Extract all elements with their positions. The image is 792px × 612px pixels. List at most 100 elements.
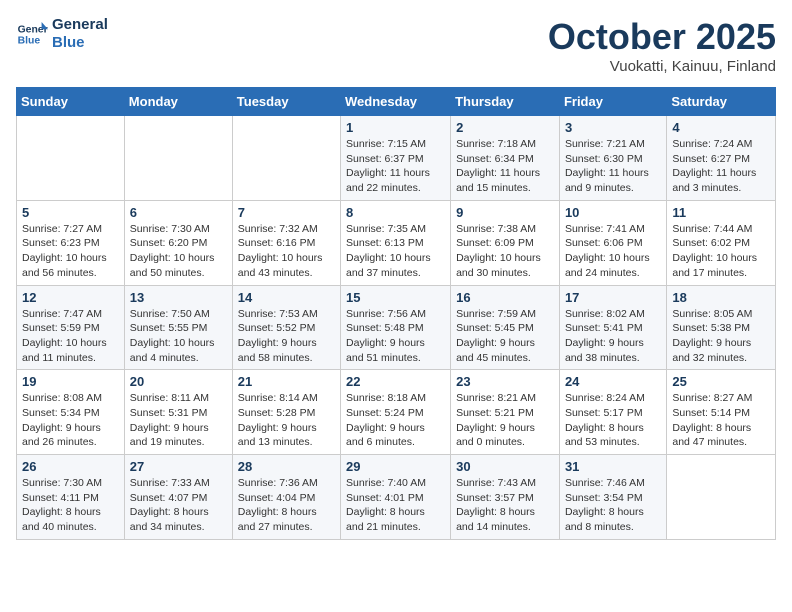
logo-text-blue: Blue	[52, 34, 108, 52]
calendar-cell: 14Sunrise: 7:53 AM Sunset: 5:52 PM Dayli…	[232, 285, 340, 370]
calendar-cell: 12 Sunrise: 7:47 AM Sunset: 5:59 PM Dayli…	[17, 285, 125, 370]
day-info: Sunrise: 8:27 AM Sunset: 5:14 PM Dayligh…	[672, 391, 770, 450]
day-info: Sunrise: 7:41 AM Sunset: 6:06 PM Dayligh…	[565, 222, 661, 281]
day-info: Sunrise: 7:24 AM Sunset: 6:27 PM Dayligh…	[672, 137, 770, 196]
calendar-cell: 8Sunrise: 7:35 AM Sunset: 6:13 PM Daylig…	[341, 200, 451, 285]
calendar-cell: 3Sunrise: 7:21 AM Sunset: 6:30 PM Daylig…	[559, 116, 666, 201]
logo: General Blue General Blue	[16, 16, 108, 52]
day-info: Sunrise: 7:15 AM Sunset: 6:37 PM Dayligh…	[346, 137, 445, 196]
day-info: Sunrise: 7:30 AM Sunset: 6:20 PM Dayligh…	[130, 222, 227, 281]
day-number: 8	[346, 205, 445, 220]
calendar-cell: 1 Sunrise: 7:15 AM Sunset: 6:37 PM Daylig…	[341, 116, 451, 201]
day-number: 12	[22, 290, 119, 305]
day-number: 29	[346, 459, 445, 474]
day-number: 23	[456, 374, 554, 389]
day-number: 15	[346, 290, 445, 305]
day-number: 24	[565, 374, 661, 389]
day-number: 6	[130, 205, 227, 220]
calendar-cell: 24 Sunrise: 8:24 AM Sunset: 5:17 PM Dayli…	[559, 370, 666, 455]
calendar-cell: 4 Sunrise: 7:24 AM Sunset: 6:27 PM Daylig…	[667, 116, 776, 201]
weekday-header-friday: Friday	[559, 88, 666, 116]
day-info: Sunrise: 8:24 AM Sunset: 5:17 PM Dayligh…	[565, 391, 661, 450]
weekday-header-saturday: Saturday	[667, 88, 776, 116]
calendar-cell: 29 Sunrise: 7:40 AM Sunset: 4:01 PM Dayli…	[341, 455, 451, 540]
day-number: 18	[672, 290, 770, 305]
day-number: 10	[565, 205, 661, 220]
calendar-cell: 6 Sunrise: 7:30 AM Sunset: 6:20 PM Daylig…	[124, 200, 232, 285]
title-block: October 2025 Vuokatti, Kainuu, Finland	[548, 16, 776, 75]
calendar-cell: 10 Sunrise: 7:41 AM Sunset: 6:06 PM Dayli…	[559, 200, 666, 285]
calendar-cell: 30Sunrise: 7:43 AM Sunset: 3:57 PM Dayli…	[451, 455, 560, 540]
calendar-cell: 11 Sunrise: 7:44 AM Sunset: 6:02 PM Dayli…	[667, 200, 776, 285]
day-number: 11	[672, 205, 770, 220]
calendar-cell: 15 Sunrise: 7:56 AM Sunset: 5:48 PM Dayli…	[341, 285, 451, 370]
day-number: 17	[565, 290, 661, 305]
day-number: 31	[565, 459, 661, 474]
week-row-3: 12 Sunrise: 7:47 AM Sunset: 5:59 PM Dayli…	[17, 285, 776, 370]
page-header: General Blue General Blue October 2025 V…	[16, 16, 776, 75]
weekday-header-sunday: Sunday	[17, 88, 125, 116]
calendar-cell	[17, 116, 125, 201]
day-number: 2	[456, 120, 554, 135]
day-number: 22	[346, 374, 445, 389]
calendar-cell: 5 Sunrise: 7:27 AM Sunset: 6:23 PM Daylig…	[17, 200, 125, 285]
calendar-cell: 28 Sunrise: 7:36 AM Sunset: 4:04 PM Dayli…	[232, 455, 340, 540]
calendar-cell: 2 Sunrise: 7:18 AM Sunset: 6:34 PM Daylig…	[451, 116, 560, 201]
calendar-cell: 31 Sunrise: 7:46 AM Sunset: 3:54 PM Dayli…	[559, 455, 666, 540]
day-number: 21	[238, 374, 335, 389]
weekday-header-thursday: Thursday	[451, 88, 560, 116]
svg-text:Blue: Blue	[18, 36, 41, 47]
day-info: Sunrise: 7:47 AM Sunset: 5:59 PM Dayligh…	[22, 307, 119, 366]
day-number: 5	[22, 205, 119, 220]
day-number: 14	[238, 290, 335, 305]
month-title: October 2025	[548, 16, 776, 58]
day-info: Sunrise: 7:44 AM Sunset: 6:02 PM Dayligh…	[672, 222, 770, 281]
calendar-cell: 26 Sunrise: 7:30 AM Sunset: 4:11 PM Dayli…	[17, 455, 125, 540]
calendar-cell: 25 Sunrise: 8:27 AM Sunset: 5:14 PM Dayli…	[667, 370, 776, 455]
calendar-cell	[124, 116, 232, 201]
day-number: 26	[22, 459, 119, 474]
day-info: Sunrise: 7:56 AM Sunset: 5:48 PM Dayligh…	[346, 307, 445, 366]
day-info: Sunrise: 8:11 AM Sunset: 5:31 PM Dayligh…	[130, 391, 227, 450]
day-number: 27	[130, 459, 227, 474]
calendar-cell: 18 Sunrise: 8:05 AM Sunset: 5:38 PM Dayli…	[667, 285, 776, 370]
day-number: 28	[238, 459, 335, 474]
day-info: Sunrise: 7:27 AM Sunset: 6:23 PM Dayligh…	[22, 222, 119, 281]
day-info: Sunrise: 7:43 AM Sunset: 3:57 PM Dayligh…	[456, 476, 554, 535]
day-info: Sunrise: 7:40 AM Sunset: 4:01 PM Dayligh…	[346, 476, 445, 535]
calendar-cell: 20Sunrise: 8:11 AM Sunset: 5:31 PM Dayli…	[124, 370, 232, 455]
day-info: Sunrise: 8:05 AM Sunset: 5:38 PM Dayligh…	[672, 307, 770, 366]
week-row-5: 26 Sunrise: 7:30 AM Sunset: 4:11 PM Dayli…	[17, 455, 776, 540]
calendar-cell: 17Sunrise: 8:02 AM Sunset: 5:41 PM Dayli…	[559, 285, 666, 370]
day-info: Sunrise: 7:18 AM Sunset: 6:34 PM Dayligh…	[456, 137, 554, 196]
day-info: Sunrise: 7:46 AM Sunset: 3:54 PM Dayligh…	[565, 476, 661, 535]
day-info: Sunrise: 7:59 AM Sunset: 5:45 PM Dayligh…	[456, 307, 554, 366]
week-row-1: 1 Sunrise: 7:15 AM Sunset: 6:37 PM Daylig…	[17, 116, 776, 201]
week-row-2: 5 Sunrise: 7:27 AM Sunset: 6:23 PM Daylig…	[17, 200, 776, 285]
calendar-cell: 21Sunrise: 8:14 AM Sunset: 5:28 PM Dayli…	[232, 370, 340, 455]
calendar-table: SundayMondayTuesdayWednesdayThursdayFrid…	[16, 87, 776, 540]
calendar-cell: 22Sunrise: 8:18 AM Sunset: 5:24 PM Dayli…	[341, 370, 451, 455]
day-info: Sunrise: 7:21 AM Sunset: 6:30 PM Dayligh…	[565, 137, 661, 196]
weekday-header-wednesday: Wednesday	[341, 88, 451, 116]
calendar-cell: 7 Sunrise: 7:32 AM Sunset: 6:16 PM Daylig…	[232, 200, 340, 285]
day-number: 4	[672, 120, 770, 135]
calendar-cell: 19Sunrise: 8:08 AM Sunset: 5:34 PM Dayli…	[17, 370, 125, 455]
day-info: Sunrise: 7:30 AM Sunset: 4:11 PM Dayligh…	[22, 476, 119, 535]
day-info: Sunrise: 7:50 AM Sunset: 5:55 PM Dayligh…	[130, 307, 227, 366]
day-number: 7	[238, 205, 335, 220]
day-info: Sunrise: 7:36 AM Sunset: 4:04 PM Dayligh…	[238, 476, 335, 535]
logo-text-general: General	[52, 16, 108, 34]
weekday-header-monday: Monday	[124, 88, 232, 116]
day-number: 1	[346, 120, 445, 135]
day-info: Sunrise: 8:08 AM Sunset: 5:34 PM Dayligh…	[22, 391, 119, 450]
calendar-cell	[232, 116, 340, 201]
week-row-4: 19Sunrise: 8:08 AM Sunset: 5:34 PM Dayli…	[17, 370, 776, 455]
weekday-header-tuesday: Tuesday	[232, 88, 340, 116]
day-number: 9	[456, 205, 554, 220]
day-info: Sunrise: 8:21 AM Sunset: 5:21 PM Dayligh…	[456, 391, 554, 450]
calendar-cell: 13Sunrise: 7:50 AM Sunset: 5:55 PM Dayli…	[124, 285, 232, 370]
day-number: 25	[672, 374, 770, 389]
day-info: Sunrise: 7:32 AM Sunset: 6:16 PM Dayligh…	[238, 222, 335, 281]
calendar-cell: 16Sunrise: 7:59 AM Sunset: 5:45 PM Dayli…	[451, 285, 560, 370]
